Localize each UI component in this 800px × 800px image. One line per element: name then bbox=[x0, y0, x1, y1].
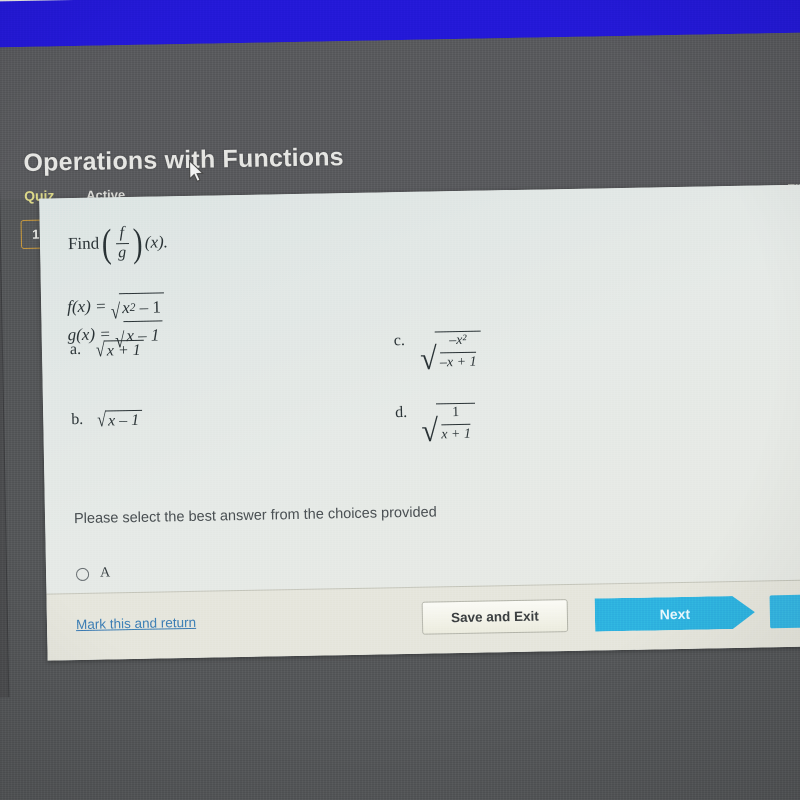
choice-c-denominator: –x + 1 bbox=[439, 354, 477, 371]
radio-button-icon[interactable] bbox=[75, 567, 90, 581]
app-header: Operations with Functions Quiz Active TI… bbox=[0, 32, 800, 250]
choice-b-radicand: x – 1 bbox=[104, 409, 143, 431]
question-prompt: Find ( f g ) (x). bbox=[67, 219, 169, 266]
radical-sign-icon: √ bbox=[95, 339, 105, 362]
toolbar-item-extra[interactable] bbox=[0, 215, 1, 272]
choice-c-radicand: –x² –x + 1 bbox=[434, 330, 482, 373]
fraction-f-over-g: f g bbox=[115, 224, 129, 262]
instruction-text: Please select the best answer from the c… bbox=[73, 504, 437, 528]
quiz-content-panel: Find ( f g ) (x). f(x) = √ x 2 – 1 g(x) … bbox=[39, 184, 800, 661]
fraction-numerator: f bbox=[119, 224, 125, 242]
choice-d-fraction: 1 x + 1 bbox=[439, 405, 473, 444]
choice-a-radical: √ x + 1 bbox=[95, 339, 144, 362]
choice-a-label: a. bbox=[69, 340, 82, 359]
next-button[interactable]: Next bbox=[595, 596, 756, 632]
prompt-suffix: (x). bbox=[144, 232, 169, 253]
mark-this-and-return-link[interactable]: Mark this and return bbox=[76, 615, 196, 632]
radical-sign-icon: √ bbox=[419, 340, 438, 377]
submit-button[interactable]: Submit bbox=[769, 592, 800, 629]
choice-a[interactable]: a. √ x + 1 bbox=[69, 339, 144, 362]
radical-sign-icon: √ bbox=[110, 299, 121, 324]
choice-c-numerator: –x² bbox=[449, 332, 467, 349]
fraction-bar bbox=[441, 423, 471, 426]
page-title: Operations with Functions bbox=[23, 143, 345, 177]
save-and-exit-button[interactable]: Save and Exit bbox=[421, 599, 569, 635]
fraction-bar bbox=[439, 351, 477, 354]
choice-d-denominator: x + 1 bbox=[441, 426, 472, 443]
choice-c-fraction: –x² –x + 1 bbox=[437, 333, 478, 372]
choice-b-label: b. bbox=[71, 410, 84, 429]
close-paren: ) bbox=[131, 219, 143, 265]
choice-d-radicand: 1 x + 1 bbox=[435, 402, 477, 445]
prompt-prefix: Find bbox=[67, 233, 100, 254]
quiz-content-surface: Find ( f g ) (x). f(x) = √ x 2 – 1 g(x) … bbox=[39, 184, 800, 661]
radical-sign-icon: √ bbox=[97, 409, 107, 432]
open-paren: ( bbox=[101, 220, 113, 266]
radicand-rest: – 1 bbox=[139, 297, 162, 317]
choice-d-label: d. bbox=[395, 403, 408, 422]
tilted-screen-content: Operations with Functions Quiz Active TI… bbox=[0, 0, 800, 800]
choice-b-radical: √ x – 1 bbox=[97, 409, 143, 432]
choice-b[interactable]: b. √ x – 1 bbox=[71, 409, 143, 432]
given-f: f(x) = √ x2 – 1 bbox=[66, 292, 165, 324]
choice-c-label: c. bbox=[393, 331, 406, 350]
mouse-cursor-icon bbox=[188, 159, 205, 183]
answer-option-a[interactable]: A bbox=[75, 565, 111, 582]
radical-f: √ x2 – 1 bbox=[110, 292, 165, 324]
choice-c[interactable]: c. √ –x² –x + 1 bbox=[393, 330, 482, 377]
choice-d-radical: √ 1 x + 1 bbox=[421, 402, 477, 449]
radical-sign-icon: √ bbox=[421, 412, 439, 449]
radicand-exponent: 2 bbox=[129, 301, 136, 315]
radical-body: x2 – 1 bbox=[118, 292, 165, 322]
quiz-footer: Mark this and return Save and Exit Next … bbox=[46, 578, 800, 661]
screen-photo: Operations with Functions Quiz Active TI… bbox=[0, 0, 800, 800]
fraction-denominator: g bbox=[118, 243, 127, 262]
choice-d[interactable]: d. √ 1 x + 1 bbox=[395, 402, 477, 449]
choice-a-radicand: x + 1 bbox=[103, 339, 144, 361]
given-f-lhs: f(x) = bbox=[66, 296, 107, 317]
choice-c-radical: √ –x² –x + 1 bbox=[419, 330, 482, 377]
answer-option-a-label: A bbox=[99, 565, 111, 581]
choice-d-numerator: 1 bbox=[452, 405, 460, 421]
